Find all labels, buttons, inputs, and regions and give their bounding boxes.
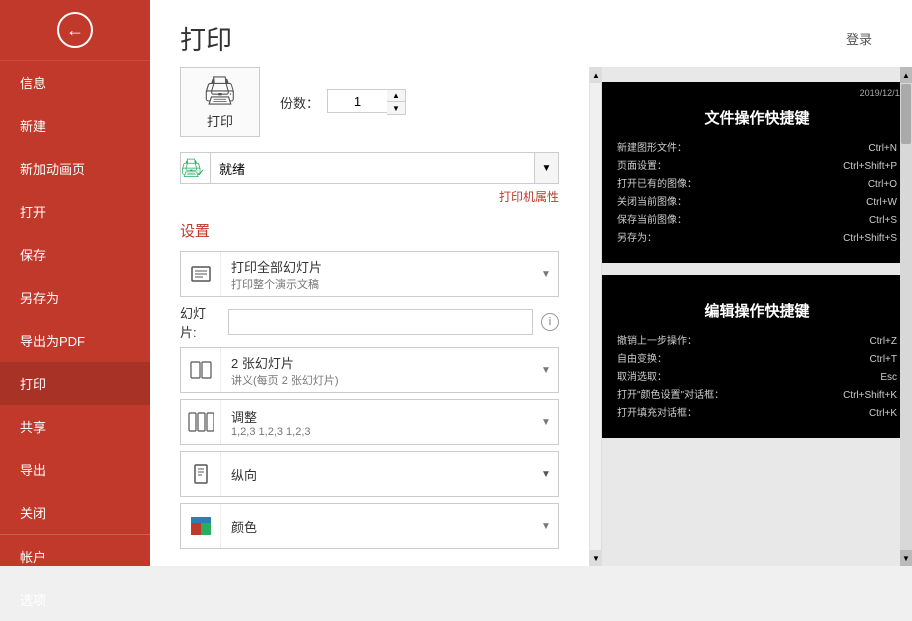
scrollbar-down[interactable]: ▼ (590, 550, 602, 566)
sidebar-item-print[interactable]: 打印 (0, 362, 150, 405)
sidebar-item-export-pdf[interactable]: 导出为PDF (0, 319, 150, 362)
sidebar: ← 信息新建新加动画页打开保存另存为导出为PDF打印共享导出关闭 帐户 选项 (0, 0, 150, 566)
preview-scrollbar-thumb (901, 84, 911, 144)
collate-setting[interactable]: 调整 1,2,3 1,2,3 1,2,3 ▼ (180, 399, 559, 445)
sidebar-item-save-as[interactable]: 另存为 (0, 276, 150, 319)
print-range-setting[interactable]: 打印全部幻灯片 打印整个演示文稿 ▼ (180, 251, 559, 297)
slide2-title: 编辑操作快捷键 (617, 300, 897, 321)
settings-title: 设置 (180, 220, 559, 241)
sidebar-item-open[interactable]: 打开 (0, 190, 150, 233)
preview-scroll-up[interactable]: ▲ (900, 67, 912, 83)
sidebar-item-export[interactable]: 导出 (0, 448, 150, 491)
sidebar-item-info[interactable]: 信息 (0, 61, 150, 104)
slide-date: 2019/12/11 (860, 88, 904, 98)
main-body: 🖨 打印 份数： ▲ ▼ 🖨 (150, 67, 912, 566)
orientation-setting[interactable]: 纵向 ▼ (180, 451, 559, 497)
color-setting[interactable]: 颜色 ▼ (180, 503, 559, 549)
print-settings-panel: 🖨 打印 份数： ▲ ▼ 🖨 (150, 67, 590, 566)
printer-selector[interactable]: 🖨 ✓ 就绪 ▼ (180, 152, 559, 184)
sidebar-item-save[interactable]: 保存 (0, 233, 150, 276)
layout-sub: 讲义(每页 2 张幻灯片) (231, 372, 524, 388)
collate-icon (181, 400, 221, 444)
copies-label: 份数： (280, 93, 319, 112)
preview-scroll-down[interactable]: ▼ (900, 550, 912, 566)
sidebar-item-account[interactable]: 帐户 (0, 535, 150, 578)
preview-panel: 2019/12/11 文件操作快捷键 新建图形文件：Ctrl+N 页面设置：Ct… (602, 67, 912, 566)
color-main: 颜色 (231, 517, 524, 536)
preview-scrollbar: ▲ ▼ (900, 67, 912, 566)
slide1-content: 新建图形文件：Ctrl+N 页面设置：Ctrl+Shift+P 打开已有的图像：… (617, 140, 897, 248)
copies-input[interactable] (327, 89, 387, 113)
color-arrow[interactable]: ▼ (534, 521, 558, 532)
printer-name: 就绪 (211, 159, 534, 178)
orientation-text: 纵向 (221, 465, 534, 484)
copies-increment[interactable]: ▲ (387, 90, 405, 102)
panel-scrollbar: ▲ ▼ (590, 67, 602, 566)
print-range-sub: 打印整个演示文稿 (231, 276, 524, 292)
copies-decrement[interactable]: ▼ (387, 102, 405, 114)
layout-icon (181, 348, 221, 392)
layout-arrow[interactable]: ▼ (534, 365, 558, 376)
color-text: 颜色 (221, 517, 534, 536)
slide1-title: 文件操作快捷键 (617, 107, 897, 128)
back-button[interactable]: ← (0, 0, 150, 61)
slides-label: 幻灯片: (180, 303, 220, 341)
preview-scrollbar-track[interactable] (900, 83, 912, 550)
slides-input[interactable] (228, 309, 533, 335)
page-title: 打印 (180, 20, 232, 57)
main-header: 打印 登录 (150, 0, 912, 67)
slides-info-icon[interactable]: i (541, 313, 559, 331)
print-action-row: 🖨 打印 份数： ▲ ▼ (180, 67, 559, 137)
preview-scroll-area[interactable]: 2019/12/11 文件操作快捷键 新建图形文件：Ctrl+N 页面设置：Ct… (602, 67, 912, 566)
print-button[interactable]: 🖨 打印 (180, 67, 260, 137)
main-content: 打印 登录 🖨 打印 份数： ▲ ▼ (150, 0, 912, 566)
layout-text: 2 张幻灯片 讲义(每页 2 张幻灯片) (221, 353, 534, 388)
orientation-main: 纵向 (231, 465, 524, 484)
sidebar-item-options[interactable]: 选项 (0, 578, 150, 621)
orientation-arrow[interactable]: ▼ (534, 469, 558, 480)
copies-row: 份数： ▲ ▼ (280, 89, 406, 115)
orientation-icon (181, 452, 221, 496)
layout-main: 2 张幻灯片 (231, 353, 524, 372)
back-circle-icon[interactable]: ← (57, 12, 93, 48)
print-range-icon (181, 252, 221, 296)
login-button[interactable]: 登录 (846, 29, 872, 48)
layout-setting[interactable]: 2 张幻灯片 讲义(每页 2 张幻灯片) ▼ (180, 347, 559, 393)
sidebar-item-new[interactable]: 新建 (0, 104, 150, 147)
printer-properties-link[interactable]: 打印机属性 (180, 188, 559, 205)
print-range-text: 打印全部幻灯片 打印整个演示文稿 (221, 257, 534, 292)
print-range-main: 打印全部幻灯片 (231, 257, 524, 276)
collate-text: 调整 1,2,3 1,2,3 1,2,3 (221, 407, 534, 438)
slides-input-row: 幻灯片: i (180, 303, 559, 341)
printer-icon: 🖨 (202, 74, 238, 107)
collate-main: 调整 (231, 407, 524, 426)
copies-spinner: ▲ ▼ (387, 89, 406, 115)
printer-status-icon: 🖨 ✓ (181, 153, 211, 183)
printer-dropdown-arrow[interactable]: ▼ (534, 153, 558, 183)
collate-sub: 1,2,3 1,2,3 1,2,3 (231, 426, 524, 438)
slide2-content: 撤销上一步操作：Ctrl+Z 自由变换：Ctrl+T 取消选取：Esc 打开"颜… (617, 333, 897, 423)
collate-arrow[interactable]: ▼ (534, 417, 558, 428)
slide-preview-2: 编辑操作快捷键 撤销上一步操作：Ctrl+Z 自由变换：Ctrl+T 取消选取：… (602, 275, 912, 438)
sidebar-item-share[interactable]: 共享 (0, 405, 150, 448)
print-range-arrow[interactable]: ▼ (534, 269, 558, 280)
slide-preview-1: 2019/12/11 文件操作快捷键 新建图形文件：Ctrl+N 页面设置：Ct… (602, 82, 912, 263)
scrollbar-up[interactable]: ▲ (590, 67, 602, 83)
sidebar-item-add-slide[interactable]: 新加动画页 (0, 147, 150, 190)
color-icon (181, 504, 221, 548)
sidebar-item-close[interactable]: 关闭 (0, 491, 150, 534)
print-button-label: 打印 (207, 111, 233, 130)
